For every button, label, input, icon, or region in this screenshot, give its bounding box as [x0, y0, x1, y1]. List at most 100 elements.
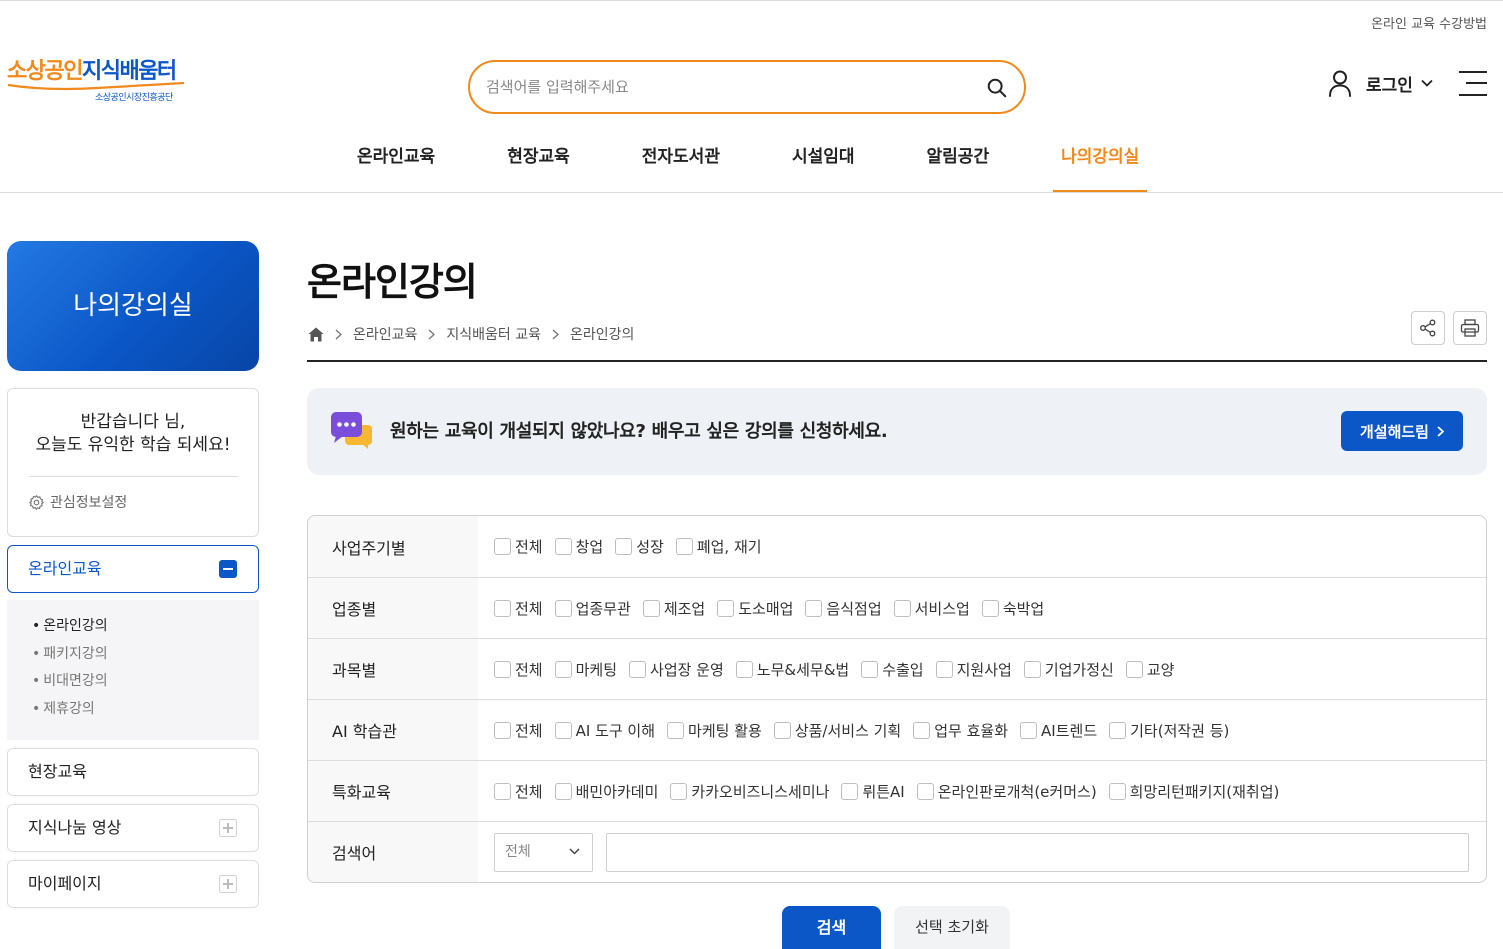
sidebar-item-my-page[interactable]: 마이페이지	[7, 860, 259, 908]
filter-option[interactable]: 온라인판로개척(e커머스)	[916, 781, 1097, 802]
filter-option[interactable]: 업종무관	[554, 598, 631, 619]
checkbox[interactable]	[1023, 660, 1041, 678]
checkbox[interactable]	[1020, 721, 1038, 739]
filter-option[interactable]: 성장	[615, 536, 664, 557]
filter-option[interactable]: 사업장 운영	[629, 659, 724, 680]
checkbox[interactable]	[629, 660, 647, 678]
home-icon[interactable]	[308, 327, 324, 342]
checkbox[interactable]	[841, 782, 859, 800]
checkbox[interactable]	[554, 599, 572, 617]
sidebar-item-knowledge-video[interactable]: 지식나눔 영상	[7, 804, 259, 852]
nav-notice[interactable]: 알림공간	[919, 140, 998, 192]
checkbox[interactable]	[554, 660, 572, 678]
checkbox[interactable]	[861, 660, 879, 678]
checkbox[interactable]	[554, 721, 572, 739]
checkbox[interactable]	[717, 599, 735, 617]
submenu-item-partner-lecture[interactable]: 제휴강의	[7, 696, 259, 724]
checkbox[interactable]	[554, 782, 572, 800]
sidebar-item-onsite-education[interactable]: 현장교육	[7, 748, 259, 796]
filter-option[interactable]: 기업가정신	[1023, 659, 1114, 680]
filter-option[interactable]: 창업	[554, 536, 603, 557]
checkbox[interactable]	[667, 721, 685, 739]
search-button[interactable]: 검색	[782, 906, 881, 949]
filter-option[interactable]: 전체	[494, 598, 543, 619]
filter-option[interactable]: 배민아카데미	[554, 781, 658, 802]
checkbox[interactable]	[981, 599, 999, 617]
checkbox[interactable]	[1125, 660, 1143, 678]
filter-option[interactable]: 전체	[494, 536, 543, 557]
filter-option[interactable]: AI트렌드	[1020, 720, 1097, 741]
filter-option[interactable]: 뤼튼AI	[841, 781, 905, 802]
filter-option[interactable]: 노무&세무&법	[735, 659, 849, 680]
checkbox[interactable]	[916, 782, 934, 800]
reset-selection-button[interactable]: 선택 초기화	[894, 906, 1010, 949]
checkbox[interactable]	[494, 721, 511, 739]
checkbox[interactable]	[675, 538, 693, 555]
filter-option[interactable]: 서비스업	[893, 598, 970, 619]
filter-option[interactable]: 도소매업	[717, 598, 793, 619]
submenu-item-online-lecture[interactable]: 온라인강의	[7, 613, 259, 641]
plus-icon[interactable]	[219, 875, 237, 893]
filter-option[interactable]: 교양	[1125, 659, 1174, 680]
checkbox[interactable]	[805, 599, 823, 617]
how-to-attend-link[interactable]: 온라인 교육 수강방법	[1371, 16, 1487, 34]
filter-option[interactable]: 숙박업	[981, 598, 1044, 619]
sidebar-item-online-education[interactable]: 온라인교육	[7, 545, 259, 593]
filter-option[interactable]: 마케팅	[554, 659, 617, 680]
login-button[interactable]: 로그인	[1328, 68, 1433, 98]
nav-online-education[interactable]: 온라인교육	[349, 140, 443, 192]
checkbox[interactable]	[642, 599, 660, 617]
breadcrumb-item[interactable]: 지식배움터 교육	[446, 324, 541, 344]
nav-my-classroom[interactable]: 나의강의실	[1053, 140, 1148, 192]
keyword-input[interactable]	[606, 832, 1469, 872]
checkbox[interactable]	[554, 538, 572, 555]
checkbox[interactable]	[494, 782, 511, 800]
filter-option[interactable]: 카카오비즈니스세미나	[670, 781, 829, 802]
filter-option[interactable]: 전체	[494, 720, 543, 741]
filter-row: 특화교육 전체 배민아카데미 카카오비즈니스세미나 뤼튼AI 온라인판로개척(e커머스) 희…	[308, 760, 1486, 821]
checkbox[interactable]	[615, 538, 633, 555]
filter-option-label: 서비스업	[914, 599, 970, 618]
breadcrumb-item[interactable]: 온라인교육	[353, 324, 417, 344]
nav-e-library[interactable]: 전자도서관	[634, 140, 728, 192]
checkbox[interactable]	[935, 660, 953, 678]
search-input[interactable]	[486, 62, 966, 112]
hamburger-icon[interactable]	[1459, 70, 1487, 96]
filter-option[interactable]: 지원사업	[935, 659, 1012, 680]
filter-option[interactable]: 업무 효율화	[913, 720, 1008, 741]
interest-settings-link[interactable]: 관심정보설정	[28, 492, 127, 512]
checkbox[interactable]	[494, 660, 511, 678]
filter-option[interactable]: 기타(저작권 등)	[1109, 720, 1229, 741]
filter-option[interactable]: AI 도구 이해	[554, 720, 655, 741]
filter-option[interactable]: 희망리턴패키지(재취업)	[1108, 781, 1279, 802]
search-icon[interactable]	[984, 75, 1010, 101]
submenu-item-contactless-lecture[interactable]: 비대면강의	[7, 668, 259, 696]
filter-option[interactable]: 상품/서비스 기획	[773, 720, 901, 741]
submenu-item-package-lecture[interactable]: 패키지강의	[7, 641, 259, 669]
request-course-button[interactable]: 개설해드림	[1341, 411, 1463, 451]
plus-icon[interactable]	[219, 819, 237, 837]
nav-facility-rental[interactable]: 시설임대	[784, 140, 863, 192]
checkbox[interactable]	[913, 721, 931, 739]
nav-onsite-education[interactable]: 현장교육	[499, 140, 578, 192]
filter-option[interactable]: 마케팅 활용	[667, 720, 762, 741]
checkbox[interactable]	[670, 782, 688, 800]
search-scope-select[interactable]: 전체	[494, 832, 593, 872]
checkbox[interactable]	[773, 721, 791, 739]
checkbox[interactable]	[893, 599, 911, 617]
filter-option[interactable]: 수출입	[861, 659, 924, 680]
site-logo[interactable]: 소상공인지식배움터 소상공인시장진흥공단	[7, 56, 187, 106]
filter-option[interactable]: 폐업, 재기	[675, 536, 762, 557]
checkbox[interactable]	[1109, 721, 1127, 739]
minus-icon[interactable]	[219, 560, 237, 578]
checkbox[interactable]	[494, 599, 511, 617]
print-button[interactable]	[1453, 311, 1487, 345]
filter-option[interactable]: 음식점업	[805, 598, 882, 619]
share-button[interactable]	[1411, 311, 1445, 345]
filter-option[interactable]: 제조업	[642, 598, 705, 619]
filter-option[interactable]: 전체	[494, 781, 543, 802]
checkbox[interactable]	[494, 538, 511, 555]
filter-option[interactable]: 전체	[494, 659, 543, 680]
checkbox[interactable]	[735, 660, 753, 678]
checkbox[interactable]	[1108, 782, 1126, 800]
